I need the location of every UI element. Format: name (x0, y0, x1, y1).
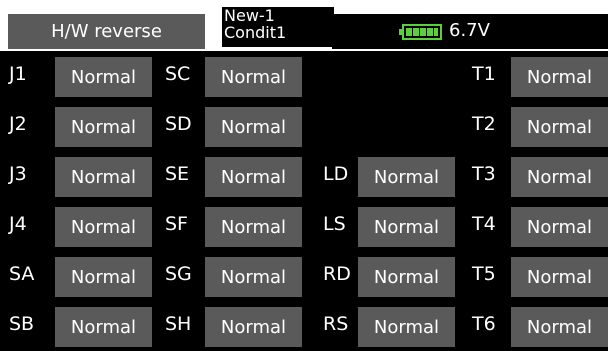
table-row: J4 Normal SF Normal LS Normal T4 Normal (0, 201, 608, 251)
channel-label: SG (165, 263, 192, 285)
channel-label: T4 (472, 213, 496, 235)
status-area: 6.7V (332, 14, 608, 49)
battery-icon (399, 24, 442, 40)
channel-grid: J1 Normal SC Normal T1 Normal J2 Normal … (0, 51, 608, 350)
channel-label: RS (323, 313, 349, 335)
reverse-button[interactable]: Normal (55, 257, 152, 297)
channel-label: SB (9, 313, 35, 335)
reverse-button[interactable]: Normal (55, 57, 152, 97)
channel-label: T3 (472, 163, 496, 185)
table-row: J1 Normal SC Normal T1 Normal (0, 51, 608, 101)
table-row: SA Normal SG Normal RD Normal T5 Normal (0, 251, 608, 301)
model-info: New-1 Condit1 (222, 7, 334, 47)
table-row: J3 Normal SE Normal LD Normal T3 Normal (0, 151, 608, 201)
condition-name: Condit1 (224, 23, 287, 42)
channel-label: T6 (472, 313, 496, 335)
channel-label: SD (165, 113, 192, 135)
channel-label: SA (9, 263, 35, 285)
reverse-button[interactable]: Normal (55, 307, 152, 347)
reverse-button[interactable]: Normal (55, 207, 152, 247)
channel-label: J2 (9, 113, 27, 135)
header-bar: H/W reverse New-1 Condit1 6.7V (0, 0, 608, 51)
channel-label: J1 (9, 63, 27, 85)
reverse-button[interactable]: Normal (205, 107, 302, 147)
reverse-button[interactable]: Normal (55, 107, 152, 147)
model-name: New-1 (224, 6, 275, 25)
battery-voltage: 6.7V (449, 20, 490, 41)
reverse-button[interactable]: Normal (511, 57, 608, 97)
channel-label: RD (323, 263, 351, 285)
table-row: SB Normal SH Normal RS Normal T6 Normal (0, 301, 608, 351)
reverse-button[interactable]: Normal (511, 257, 608, 297)
reverse-button[interactable]: Normal (511, 157, 608, 197)
channel-label: T2 (472, 113, 496, 135)
channel-label: LD (323, 163, 349, 185)
channel-label: J3 (9, 163, 27, 185)
reverse-button[interactable]: Normal (205, 57, 302, 97)
reverse-button[interactable]: Normal (205, 157, 302, 197)
reverse-button[interactable]: Normal (358, 157, 455, 197)
reverse-button[interactable]: Normal (55, 157, 152, 197)
reverse-button[interactable]: Normal (358, 257, 455, 297)
table-row: J2 Normal SD Normal T2 Normal (0, 101, 608, 151)
channel-label: SE (165, 163, 190, 185)
channel-label: T1 (472, 63, 496, 85)
reverse-button[interactable]: Normal (205, 257, 302, 297)
reverse-button[interactable]: Normal (511, 207, 608, 247)
channel-label: J4 (9, 213, 27, 235)
reverse-button[interactable]: Normal (205, 307, 302, 347)
channel-label: T5 (472, 263, 496, 285)
reverse-button[interactable]: Normal (205, 207, 302, 247)
channel-label: SH (165, 313, 192, 335)
channel-label: LS (323, 213, 346, 235)
channel-label: SF (165, 213, 188, 235)
reverse-button[interactable]: Normal (358, 307, 455, 347)
reverse-button[interactable]: Normal (511, 307, 608, 347)
title-button[interactable]: H/W reverse (8, 14, 205, 49)
reverse-button[interactable]: Normal (511, 107, 608, 147)
channel-label: SC (165, 63, 191, 85)
reverse-button[interactable]: Normal (358, 207, 455, 247)
